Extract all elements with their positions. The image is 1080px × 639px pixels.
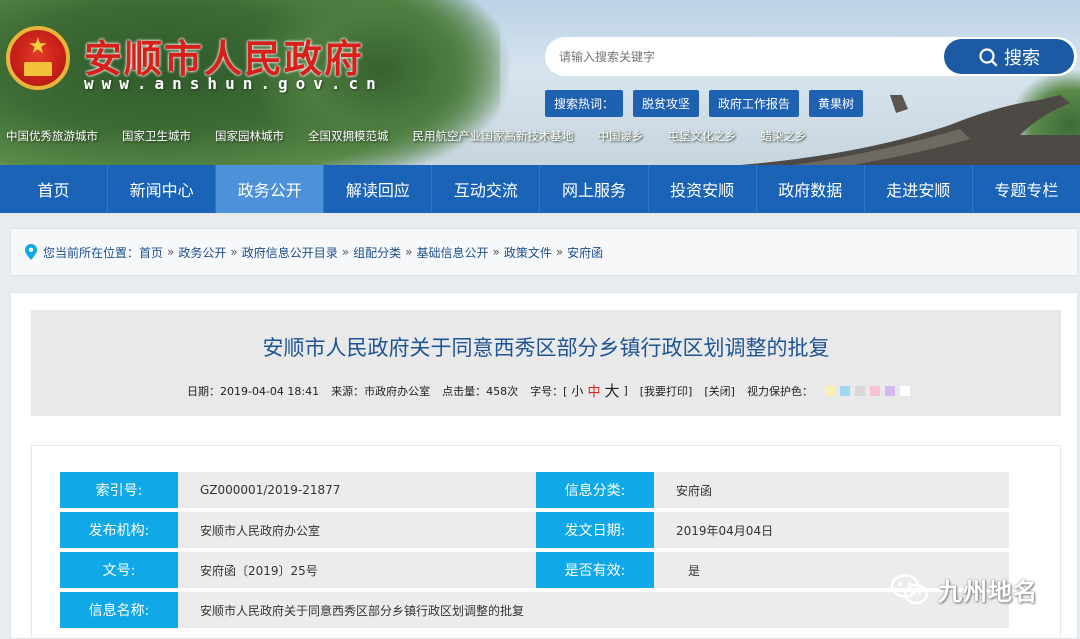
document-info-table: 索引号: GZ000001/2019-21877 信息分类: 安府函 发布机构:… (31, 445, 1061, 639)
article-header: 安顺市人民政府关于同意西秀区部分乡镇行政区划调整的批复 日期：2019-04-0… (31, 310, 1061, 416)
eye-care-label: 视力保护色： (746, 384, 813, 398)
font-size-label: 字号：[ (530, 384, 568, 398)
search-button[interactable]: 搜索 (944, 39, 1074, 74)
article-date: 日期：2019-04-04 18:41 (187, 384, 320, 398)
nav-item-interaction[interactable]: 互动交流 (432, 165, 541, 213)
nav-item-interpretation[interactable]: 解读回应 (324, 165, 433, 213)
nav-item-gov-data[interactable]: 政府数据 (757, 165, 865, 213)
category-value: 安府函 (654, 472, 1009, 508)
eye-care-swatch[interactable] (824, 385, 835, 396)
breadcrumb-link[interactable]: 首页 (139, 244, 163, 261)
doc-no-label: 文号: (60, 552, 178, 588)
issue-date-label: 发文日期: (536, 512, 654, 548)
breadcrumb-link[interactable]: 政策文件 (504, 244, 552, 261)
search-button-label: 搜索 (1004, 47, 1040, 69)
honor-item: 中国优秀旅游城市 (6, 129, 98, 143)
breadcrumb-separator: » (405, 245, 413, 259)
header-banner: ★ 安顺市人民政府 www.anshun.gov.cn 搜索 搜索热词： 脱贫攻… (0, 0, 1080, 165)
hot-word-link[interactable]: 黄果树 (809, 90, 864, 117)
category-label: 信息分类: (536, 472, 654, 508)
hot-word-link[interactable]: 政府工作报告 (709, 90, 800, 117)
index-no-value: GZ000001/2019-21877 (178, 472, 536, 508)
honor-item: 民用航空产业国家高新技术基地 (412, 129, 574, 143)
nav-item-investment[interactable]: 投资安顺 (649, 165, 757, 213)
breadcrumb-link[interactable]: 安府函 (567, 244, 603, 261)
nav-item-about-city[interactable]: 走进安顺 (865, 165, 973, 213)
site-url: www.anshun.gov.cn (84, 74, 384, 93)
breadcrumb-link[interactable]: 基础信息公开 (416, 244, 488, 261)
honor-item: 中国瀑乡 (597, 129, 644, 143)
article-meta: 日期：2019-04-04 18:41 来源：市政府办公室 点击量：458次 字… (187, 380, 915, 401)
breadcrumb-separator: » (230, 245, 238, 259)
hot-words: 搜索热词： 脱贫攻坚 政府工作报告 黄果树 (545, 90, 864, 117)
nav-item-online-service[interactable]: 网上服务 (540, 165, 649, 213)
watermark-text: 九州地名 (938, 578, 1038, 606)
city-honors: 中国优秀旅游城市 国家卫生城市 国家园林城市 全国双拥模范城 民用航空产业国家高… (6, 128, 807, 144)
font-size-medium-button[interactable]: 中 (587, 381, 600, 400)
breadcrumb: 您当前所在位置： 首页 » 政务公开 » 政府信息公开目录 » 组配分类 » 基… (10, 228, 1078, 276)
font-size-end: ] (623, 384, 628, 397)
national-emblem-logo: ★ (6, 26, 70, 90)
nav-item-news[interactable]: 新闻中心 (108, 165, 217, 213)
info-row: 信息名称: 安顺市人民政府关于同意西秀区部分乡镇行政区划调整的批复 (60, 592, 1009, 628)
eye-care-swatch[interactable] (854, 385, 865, 396)
nav-item-special[interactable]: 专题专栏 (973, 165, 1080, 213)
breadcrumb-separator: » (167, 245, 175, 259)
info-name-value: 安顺市人民政府关于同意西秀区部分乡镇行政区划调整的批复 (178, 592, 1009, 628)
breadcrumb-link[interactable]: 政府信息公开目录 (242, 244, 338, 261)
eye-care-swatch[interactable] (839, 385, 850, 396)
breadcrumb-separator: » (555, 245, 564, 259)
breadcrumb-link[interactable]: 组配分类 (353, 244, 401, 261)
article-title: 安顺市人民政府关于同意西秀区部分乡镇行政区划调整的批复 (262, 336, 830, 360)
index-no-label: 索引号: (60, 472, 178, 508)
info-row: 文号: 安府函〔2019〕25号 是否有效: 是 (60, 552, 1009, 588)
eye-care-swatch[interactable] (899, 385, 910, 396)
print-link[interactable]: [我要打印] (640, 383, 693, 399)
info-row: 索引号: GZ000001/2019-21877 信息分类: 安府函 (60, 472, 1009, 508)
honor-item: 屯堡文化之乡 (667, 129, 737, 143)
eye-care-swatch[interactable] (884, 385, 895, 396)
breadcrumb-prefix: 您当前所在位置： (43, 245, 140, 260)
wechat-icon (890, 573, 929, 604)
honor-item: 蜡染之乡 (760, 129, 807, 143)
hot-word-link[interactable]: 脱贫攻坚 (633, 90, 700, 117)
close-link[interactable]: [关闭] (704, 383, 735, 399)
search-input[interactable] (559, 46, 929, 68)
nav-item-gov-affairs[interactable]: 政务公开 (216, 165, 325, 213)
valid-label: 是否有效: (536, 552, 654, 588)
doc-no-value: 安府函〔2019〕25号 (178, 552, 536, 588)
breadcrumb-link[interactable]: 政务公开 (178, 244, 226, 261)
info-row: 发布机构: 安顺市人民政府办公室 发文日期: 2019年04月04日 (60, 512, 1009, 548)
font-size-large-button[interactable]: 大 (604, 380, 619, 401)
location-pin-icon (25, 244, 37, 260)
article-clicks: 点击量：458次 (442, 384, 519, 398)
breadcrumb-separator: » (492, 245, 500, 259)
main-nav: 首页 新闻中心 政务公开 解读回应 互动交流 网上服务 投资安顺 政府数据 走进… (0, 165, 1080, 213)
search-bar: 搜索 (545, 37, 1077, 76)
info-name-label: 信息名称: (60, 592, 178, 628)
hot-words-label: 搜索热词： (545, 90, 624, 117)
font-size-small-button[interactable]: 小 (571, 382, 583, 399)
issue-date-value: 2019年04月04日 (654, 512, 1009, 548)
honor-item: 国家园林城市 (215, 129, 284, 143)
honor-item: 全国双拥模范城 (308, 129, 389, 143)
wechat-watermark: 九州地名 (890, 572, 1038, 607)
eye-care-swatch[interactable] (869, 385, 880, 396)
issuer-value: 安顺市人民政府办公室 (178, 512, 536, 548)
search-icon (979, 47, 998, 66)
breadcrumb-separator: » (341, 245, 350, 259)
nav-item-home[interactable]: 首页 (0, 165, 109, 213)
issuer-label: 发布机构: (60, 512, 178, 548)
honor-item: 国家卫生城市 (122, 129, 191, 143)
article-source: 来源：市政府办公室 (331, 384, 431, 398)
